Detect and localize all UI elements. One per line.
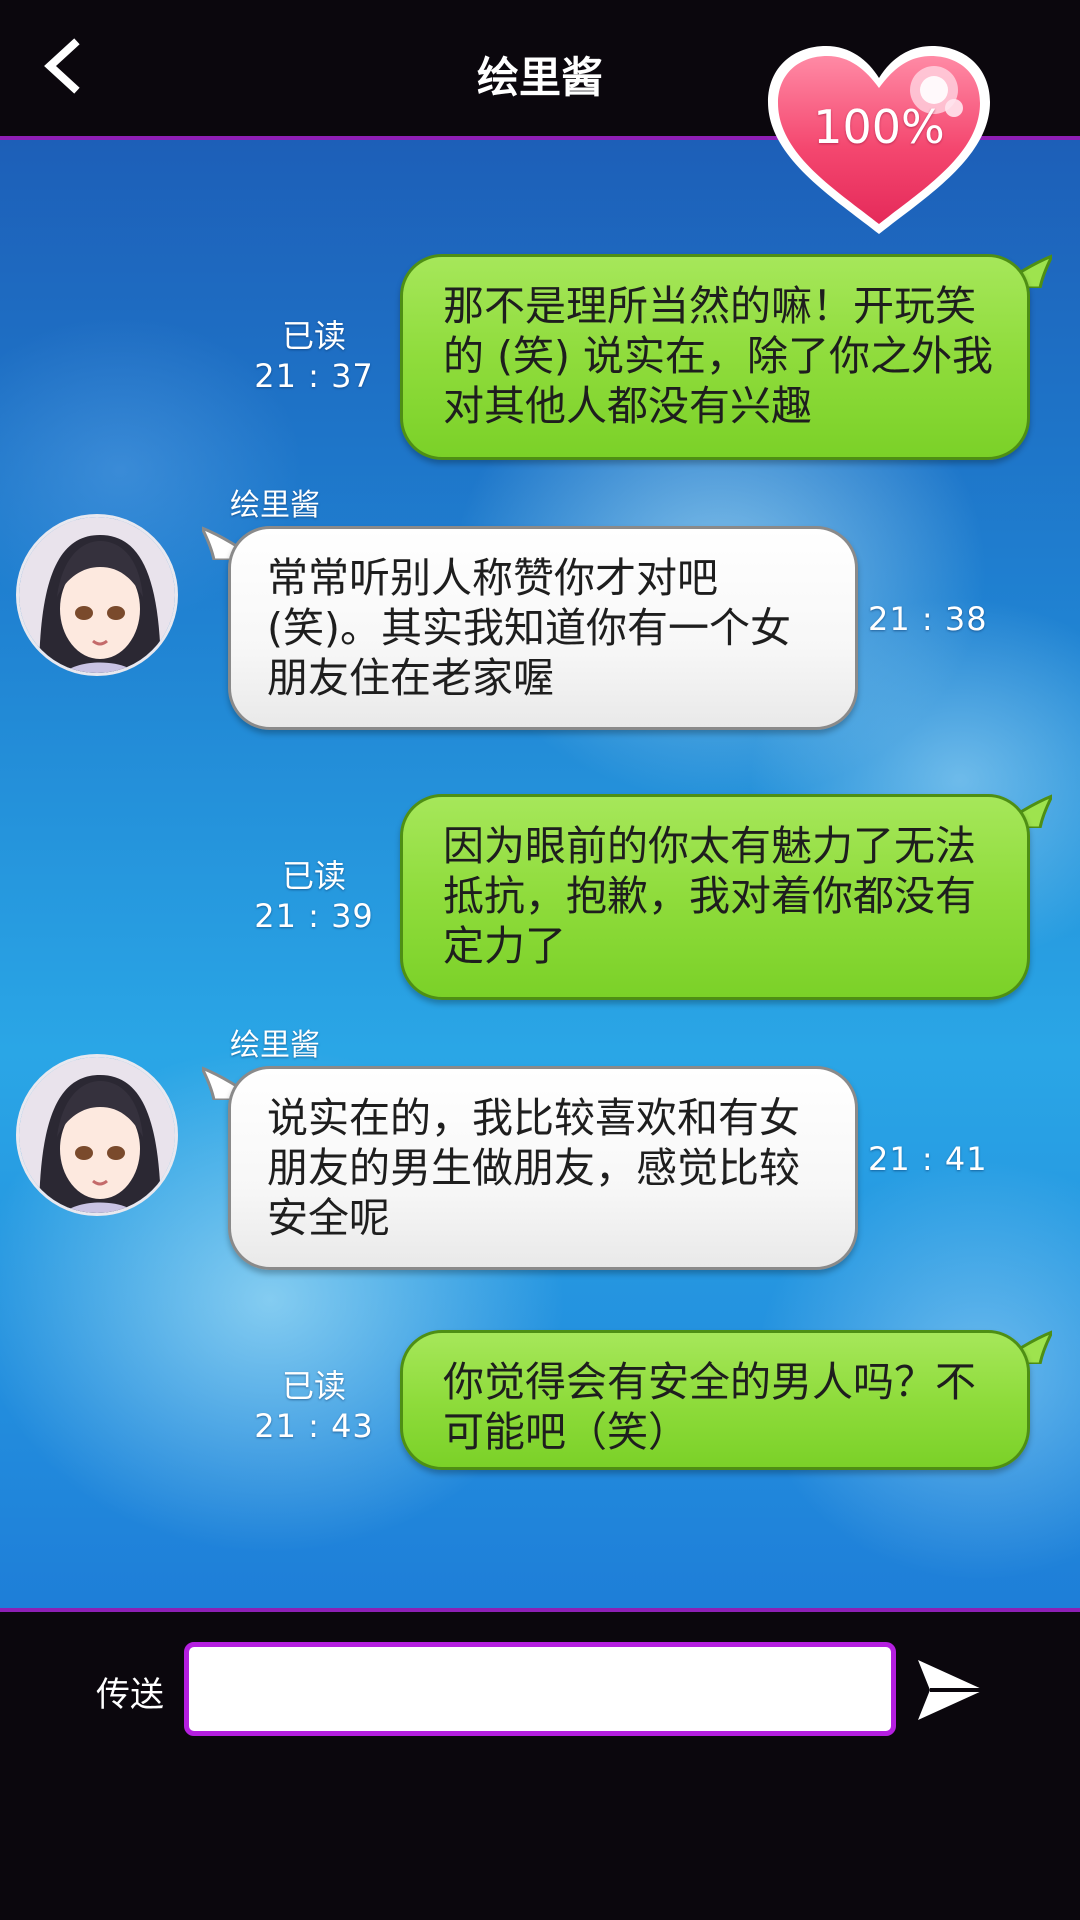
send-button[interactable]	[912, 1652, 988, 1728]
sender-name: 绘里酱	[230, 1028, 320, 1063]
character-avatar-image	[19, 517, 175, 673]
her-message-bubble[interactable]: 常常听别人称赞你才对吧 (笑)。其实我知道你有一个女朋友住在老家喔	[228, 526, 858, 730]
affection-percent: 100%	[813, 100, 945, 154]
my-message-bubble[interactable]: 那不是理所当然的嘛！开玩笑的 (笑) 说实在，除了你之外我对其他人都没有兴趣	[400, 254, 1030, 460]
sender-name: 绘里酱	[230, 488, 320, 523]
message-time: 21 : 38	[868, 600, 988, 638]
send-label: 传送	[96, 1675, 164, 1715]
affection-heart: 100%	[762, 42, 996, 242]
her-message-bubble[interactable]: 说实在的，我比较喜欢和有女朋友的男生做朋友，感觉比较安全呢	[228, 1066, 858, 1270]
message-time: 21 : 43	[254, 1407, 374, 1445]
my-message-bubble[interactable]: 因为眼前的你太有魅力了无法抵抗，抱歉，我对着你都没有定力了	[400, 794, 1030, 1000]
avatar[interactable]	[16, 514, 178, 676]
message-time: 21 : 39	[254, 897, 374, 935]
chat-area[interactable]: 已读 21 : 37 那不是理所当然的嘛！开玩笑的 (笑) 说实在，除了你之外我…	[0, 140, 1080, 1610]
divider	[0, 1608, 1080, 1612]
character-avatar-image	[19, 1057, 175, 1213]
paper-plane-icon	[918, 1660, 984, 1720]
read-receipt: 已读 21 : 43	[254, 1366, 374, 1446]
read-status: 已读	[281, 1367, 346, 1405]
message-time: 21 : 41	[868, 1140, 988, 1178]
my-message-bubble[interactable]: 你觉得会有安全的男人吗？不可能吧（笑）	[400, 1330, 1030, 1470]
read-status: 已读	[281, 857, 346, 895]
read-receipt: 已读 21 : 37	[254, 316, 374, 396]
read-receipt: 已读 21 : 39	[254, 856, 374, 936]
avatar[interactable]	[16, 1054, 178, 1216]
message-time: 21 : 37	[254, 357, 374, 395]
read-status: 已读	[281, 317, 346, 355]
message-input[interactable]	[184, 1642, 896, 1736]
